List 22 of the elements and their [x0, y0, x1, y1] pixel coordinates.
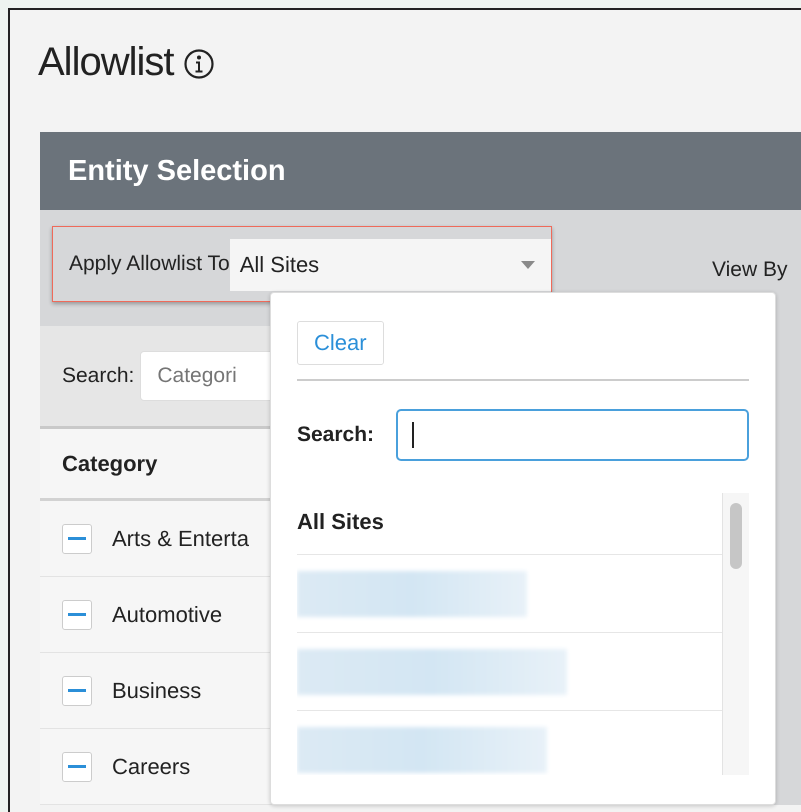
exclude-checkbox[interactable] — [62, 524, 92, 554]
category-name: Automotive — [112, 602, 222, 628]
caret-icon — [521, 261, 535, 269]
exclude-checkbox[interactable] — [62, 600, 92, 630]
exclude-checkbox[interactable] — [62, 676, 92, 706]
category-name: Business — [112, 678, 202, 704]
category-name: Arts & Enterta — [112, 526, 249, 552]
scrollbar[interactable] — [722, 493, 749, 775]
apply-selector[interactable]: Apply Allowlist To All Sites — [52, 226, 552, 302]
category-name: Careers — [112, 754, 190, 780]
page-title: Allowlist — [38, 40, 174, 85]
view-by-label: View By — [712, 258, 788, 282]
column-title: Category — [62, 450, 158, 476]
search-label: Search: — [297, 423, 374, 447]
option-heading[interactable]: All Sites — [297, 509, 384, 535]
apply-label: Apply Allowlist To — [68, 252, 230, 276]
search-field[interactable] — [396, 409, 749, 461]
search-label: Search: — [62, 364, 134, 388]
info-icon[interactable] — [183, 48, 216, 80]
site-dropdown[interactable]: All Sites — [230, 239, 551, 291]
panel-title: Entity Selection — [68, 154, 286, 188]
exclude-checkbox[interactable] — [62, 752, 92, 782]
